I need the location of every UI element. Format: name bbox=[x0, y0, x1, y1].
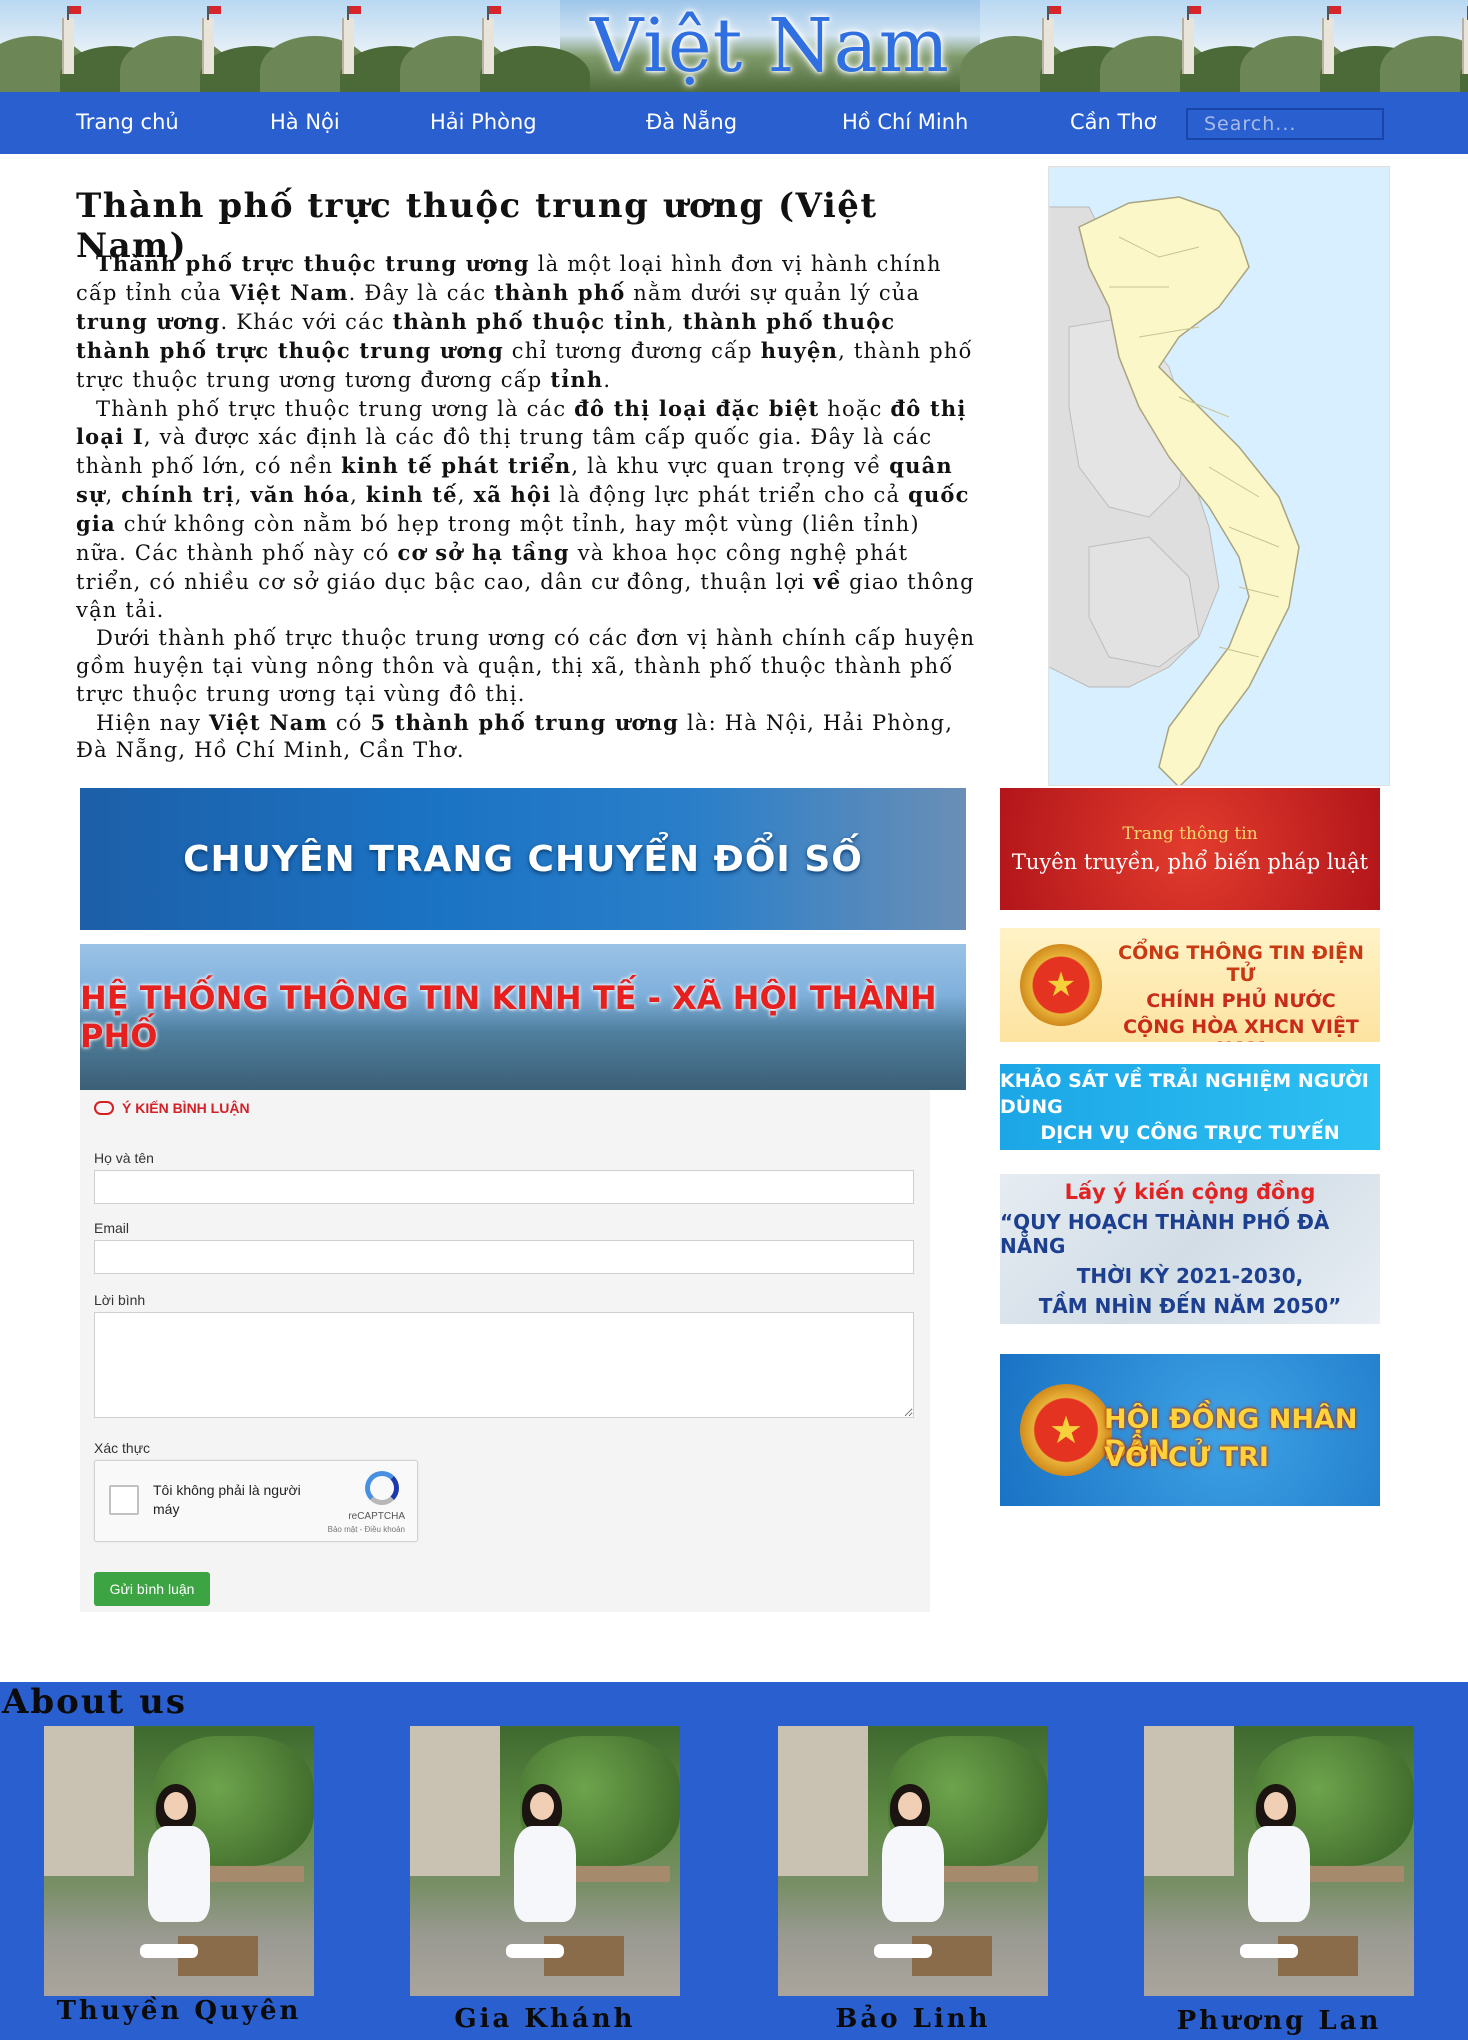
recaptcha-text: Tôi không phải là người máy bbox=[153, 1482, 301, 1517]
member-name: Bảo Linh bbox=[835, 2004, 991, 2034]
banner-hdnd-line2: VỚI CỬ TRI bbox=[1104, 1442, 1269, 1473]
team-member-card: Bảo Linh bbox=[778, 1726, 1048, 2034]
banner-kinh-te-text: HỆ THỐNG THÔNG TIN KINH TẾ - XÃ HỘI THÀN… bbox=[80, 979, 937, 1055]
banner-hoi-dong-nhan-dan[interactable]: ★ HỘI ĐỒNG NHÂN DÂN VỚI CỬ TRI bbox=[1000, 1354, 1380, 1506]
banner-chinh-phu-line3: CỘNG HÒA XHCN VIỆT NAM bbox=[1123, 1016, 1359, 1042]
comment-heading-text: Ý KIẾN BÌNH LUẬN bbox=[122, 1100, 250, 1116]
nav-item-da-nang[interactable]: Đà Nẵng bbox=[646, 110, 737, 134]
comment-textarea[interactable] bbox=[94, 1312, 914, 1418]
banner-tuyen-truyen-line1: Trang thông tin bbox=[1122, 824, 1258, 844]
article-paragraph: Thành phố trực thuộc trung ương là các đ… bbox=[76, 395, 975, 622]
banner-quy-hoach-line3: THỜI KỲ 2021-2030, bbox=[1076, 1264, 1304, 1288]
name-label: Họ và tên bbox=[94, 1150, 154, 1166]
national-emblem-icon: ★ bbox=[1020, 944, 1102, 1026]
banner-landscape-tile bbox=[120, 0, 310, 92]
nav-item-hai-phong[interactable]: Hải Phòng bbox=[430, 110, 537, 134]
banner-khao-sat-line2: DỊCH VỤ CÔNG TRỰC TUYẾN bbox=[1040, 1122, 1340, 1144]
article-body: Thành phố trực thuộc trung ương là một l… bbox=[76, 250, 976, 765]
banner-landscape-tile bbox=[260, 0, 450, 92]
banner-khao-sat-line1: KHẢO SÁT VỀ TRẢI NGHIỆM NGƯỜI DÙNG bbox=[1000, 1070, 1369, 1118]
article-paragraph: Dưới thành phố trực thuộc trung ương có … bbox=[76, 625, 976, 706]
comment-label: Lời bình bbox=[94, 1292, 146, 1308]
banner-landscape-tile bbox=[1100, 0, 1290, 92]
site-title: Việt Nam bbox=[590, 3, 950, 89]
banner-quy-hoach-da-nang[interactable]: Lấy ý kiến cộng đồng “QUY HOẠCH THÀNH PH… bbox=[1000, 1174, 1380, 1324]
banner-landscape-tile bbox=[960, 0, 1150, 92]
chat-bubble-icon bbox=[94, 1101, 114, 1115]
recaptcha-widget: Tôi không phải là người máy reCAPTCHA Bả… bbox=[94, 1460, 418, 1542]
member-name: Thuyền Quyên bbox=[56, 1996, 302, 2026]
team-member-card: Gia Khánh bbox=[410, 1726, 680, 2034]
vietnam-map bbox=[1048, 166, 1390, 786]
banner-tuyen-truyen-line2: Tuyên truyền, phổ biến pháp luật bbox=[1011, 850, 1369, 874]
team-member-card: Thuyền Quyên bbox=[44, 1726, 314, 2026]
submit-comment-button[interactable]: Gửi bình luận bbox=[94, 1572, 210, 1606]
nav-item-ho-chi-minh[interactable]: Hồ Chí Minh bbox=[842, 110, 968, 134]
article-paragraph: Hiện nay Việt Nam có 5 thành phố trung ư… bbox=[76, 709, 954, 763]
banner-kinh-te-xa-hoi[interactable]: HỆ THỐNG THÔNG TIN KINH TẾ - XÃ HỘI THÀN… bbox=[80, 944, 966, 1090]
nav-item-can-tho[interactable]: Cần Thơ bbox=[1070, 110, 1157, 134]
national-emblem-icon: ★ bbox=[1020, 1384, 1112, 1476]
comment-heading: Ý KIẾN BÌNH LUẬN bbox=[94, 1100, 250, 1116]
email-field[interactable] bbox=[94, 1240, 914, 1274]
banner-landscape-tile bbox=[0, 0, 170, 92]
member-photo bbox=[410, 1726, 680, 1996]
member-photo bbox=[44, 1726, 314, 1996]
banner-chuyen-doi-so[interactable]: CHUYÊN TRANG CHUYỂN ĐỔI SỐ bbox=[80, 788, 966, 930]
recaptcha-logo-icon bbox=[365, 1471, 399, 1505]
banner-khao-sat[interactable]: KHẢO SÁT VỀ TRẢI NGHIỆM NGƯỜI DÙNG DỊCH … bbox=[1000, 1064, 1380, 1150]
banner-quy-hoach-line2: “QUY HOẠCH THÀNH PHỐ ĐÀ NẴNG bbox=[1000, 1210, 1330, 1258]
name-field[interactable] bbox=[94, 1170, 914, 1204]
recaptcha-checkbox[interactable] bbox=[109, 1485, 139, 1515]
banner-cong-thong-tin-chinh-phu[interactable]: ★ CỔNG THÔNG TIN ĐIỆN TỬ CHÍNH PHỦ NƯỚC … bbox=[1000, 928, 1380, 1042]
banner-landscape-tile bbox=[1380, 0, 1468, 92]
search-input[interactable] bbox=[1186, 108, 1384, 140]
member-name: Gia Khánh bbox=[454, 2004, 636, 2034]
member-photo bbox=[1144, 1726, 1414, 1996]
nav-item-trang-chu[interactable]: Trang chủ bbox=[76, 110, 179, 134]
verify-label: Xác thực bbox=[94, 1440, 151, 1456]
comment-form: Ý KIẾN BÌNH LUẬN Họ và tên Email Lời bìn… bbox=[80, 1090, 930, 1612]
about-us-title: About us bbox=[2, 1682, 187, 1722]
main-navbar: Trang chủ Hà Nội Hải Phòng Đà Nẵng Hồ Ch… bbox=[0, 92, 1468, 154]
banner-quy-hoach-line1: Lấy ý kiến cộng đồng bbox=[1064, 1180, 1316, 1204]
email-label: Email bbox=[94, 1220, 130, 1236]
vietnam-map-svg bbox=[1049, 167, 1389, 785]
banner-chinh-phu-text: CỔNG THÔNG TIN ĐIỆN TỬ CHÍNH PHỦ NƯỚC CỘ… bbox=[1110, 942, 1372, 1042]
banner-chinh-phu-line2: CHÍNH PHỦ NƯỚC bbox=[1146, 990, 1336, 1012]
member-photo bbox=[778, 1726, 1048, 1996]
article-paragraph: Thành phố trực thuộc trung ương là một l… bbox=[76, 251, 973, 392]
banner-tuyen-truyen-phap-luat[interactable]: Trang thông tin Tuyên truyền, phổ biến p… bbox=[1000, 788, 1380, 910]
recaptcha-brand: reCAPTCHA bbox=[348, 1511, 405, 1522]
banner-chinh-phu-line1: CỔNG THÔNG TIN ĐIỆN TỬ bbox=[1118, 942, 1364, 986]
nav-item-ha-noi[interactable]: Hà Nội bbox=[270, 110, 340, 134]
team-member-card: Phương Lan bbox=[1144, 1726, 1414, 2036]
banner-quy-hoach-line4: TẦM NHÌN ĐẾN NĂM 2050” bbox=[1038, 1294, 1342, 1318]
banner-landscape-tile bbox=[400, 0, 590, 92]
about-us-section: About us Thuyền Quyên Gia Khánh Bảo Linh… bbox=[0, 1682, 1468, 2040]
recaptcha-links[interactable]: Bảo mật - Điều khoản bbox=[328, 1525, 405, 1534]
banner-chuyen-doi-so-text: CHUYÊN TRANG CHUYỂN ĐỔI SỐ bbox=[183, 838, 863, 880]
banner-landscape-tile bbox=[1240, 0, 1430, 92]
header-banner: Việt Nam bbox=[0, 0, 1468, 92]
member-name: Phương Lan bbox=[1176, 2006, 1382, 2036]
